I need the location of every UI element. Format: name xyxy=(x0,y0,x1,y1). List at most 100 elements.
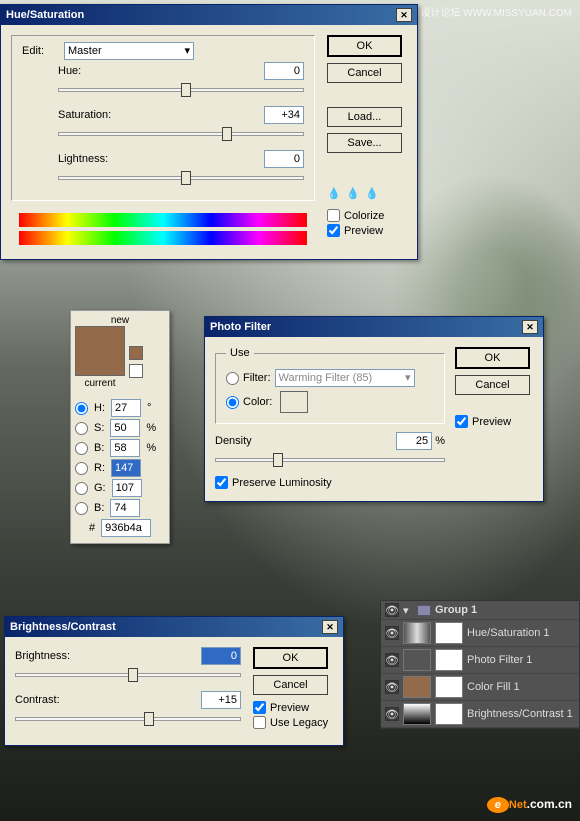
layer-row[interactable]: 👁Photo Filter 1 xyxy=(381,647,579,674)
layers-panel: 👁 ▾ Group 1 👁 Hue/Saturation 1 👁Photo Fil… xyxy=(380,600,580,729)
mask-thumb xyxy=(435,622,463,644)
ok-button[interactable]: OK xyxy=(327,35,402,57)
visibility-icon[interactable]: 👁 xyxy=(385,680,399,694)
hue-saturation-dialog: Hue/Saturation ✕ Edit: Master▾ Hue: 0 Sat… xyxy=(0,4,418,260)
hue-gradient-bottom xyxy=(19,231,307,245)
hue-label: Hue: xyxy=(58,65,81,77)
preview-checkbox[interactable]: Preview xyxy=(327,224,407,237)
b2-radio[interactable] xyxy=(75,502,88,515)
sat-slider[interactable] xyxy=(58,132,304,136)
filter-select[interactable]: Warming Filter (85)▾ xyxy=(275,369,415,387)
b2-field[interactable]: 74 xyxy=(110,499,140,517)
color-radio[interactable] xyxy=(226,396,239,409)
brightness-contrast-dialog: Brightness/Contrast ✕ Brightness: 0 Contr… xyxy=(4,616,344,746)
pf-color-swatch[interactable] xyxy=(280,391,308,413)
layer-thumb xyxy=(403,703,431,725)
edit-label: Edit: xyxy=(22,45,58,57)
preserve-checkbox[interactable]: Preserve Luminosity xyxy=(215,476,445,489)
brightness-slider[interactable] xyxy=(15,673,241,677)
eyedropper-plus-icon[interactable]: 💧 xyxy=(346,187,362,203)
preview-checkbox[interactable]: Preview xyxy=(253,701,333,714)
mask-thumb xyxy=(435,649,463,671)
enet-logo: eNet.com.cn xyxy=(487,792,572,813)
pf-title: Photo Filter xyxy=(210,321,271,333)
color-picker-panel: new current H:27° S:50% B:58% R:147 G:10… xyxy=(70,310,170,544)
folder-icon xyxy=(417,605,431,616)
preview-checkbox[interactable]: Preview xyxy=(455,415,533,428)
r-field[interactable]: 147 xyxy=(111,459,141,477)
pf-titlebar[interactable]: Photo Filter ✕ xyxy=(205,317,543,337)
load-button[interactable]: Load... xyxy=(327,107,402,127)
bc-titlebar[interactable]: Brightness/Contrast ✕ xyxy=(5,617,343,637)
sat-label: Saturation: xyxy=(58,109,111,121)
visibility-icon[interactable]: 👁 xyxy=(385,626,399,640)
sat-value[interactable]: +34 xyxy=(264,106,304,124)
hue-gradient-top xyxy=(19,213,307,227)
g-field[interactable]: 107 xyxy=(112,479,142,497)
filter-radio[interactable] xyxy=(226,372,239,385)
visibility-icon[interactable]: 👁 xyxy=(385,603,399,617)
layer-row[interactable]: 👁 Brightness/Contrast 1 xyxy=(381,701,579,728)
density-label: Density xyxy=(215,435,252,447)
close-icon[interactable]: ✕ xyxy=(396,8,412,22)
layer-thumb xyxy=(403,676,431,698)
eyedropper-minus-icon[interactable]: 💧 xyxy=(365,187,381,203)
legacy-checkbox[interactable]: Use Legacy xyxy=(253,716,333,729)
contrast-field[interactable]: +15 xyxy=(201,691,241,709)
new-label: new xyxy=(75,315,165,326)
brightness-label: Brightness: xyxy=(15,650,70,662)
close-icon[interactable]: ✕ xyxy=(322,620,338,634)
hs-titlebar[interactable]: Hue/Saturation ✕ xyxy=(1,5,417,25)
mask-thumb xyxy=(435,703,463,725)
s-radio[interactable] xyxy=(75,422,88,435)
h-field[interactable]: 27 xyxy=(111,399,141,417)
close-icon[interactable]: ✕ xyxy=(522,320,538,334)
ok-button[interactable]: OK xyxy=(455,347,530,369)
light-value[interactable]: 0 xyxy=(264,150,304,168)
contrast-slider[interactable] xyxy=(15,717,241,721)
b-field[interactable]: 58 xyxy=(110,439,140,457)
group-name: Group 1 xyxy=(435,604,477,616)
layer-thumb xyxy=(403,622,431,644)
hue-slider[interactable] xyxy=(58,88,304,92)
layer-group-row[interactable]: 👁 ▾ Group 1 xyxy=(381,601,579,620)
visibility-icon[interactable]: 👁 xyxy=(385,707,399,721)
cube-icon[interactable] xyxy=(129,346,143,360)
colorize-checkbox[interactable]: Colorize xyxy=(327,209,407,222)
density-slider[interactable] xyxy=(215,458,445,462)
eyedropper-icon[interactable]: 💧 xyxy=(327,187,343,203)
save-button[interactable]: Save... xyxy=(327,133,402,153)
cancel-button[interactable]: Cancel xyxy=(455,375,530,395)
mask-thumb xyxy=(435,676,463,698)
r-radio[interactable] xyxy=(75,462,88,475)
cancel-button[interactable]: Cancel xyxy=(327,63,402,83)
current-label: current xyxy=(75,378,125,389)
cancel-button[interactable]: Cancel xyxy=(253,675,328,695)
s-field[interactable]: 50 xyxy=(110,419,140,437)
light-label: Lightness: xyxy=(58,153,108,165)
layer-thumb xyxy=(403,649,431,671)
layer-name: Hue/Saturation 1 xyxy=(467,627,550,639)
photo-filter-dialog: Photo Filter ✕ Use Filter: Warming Filte… xyxy=(204,316,544,502)
edit-select[interactable]: Master▾ xyxy=(64,42,194,60)
layer-row[interactable]: 👁 Hue/Saturation 1 xyxy=(381,620,579,647)
hue-value[interactable]: 0 xyxy=(264,62,304,80)
color-swatch-new[interactable] xyxy=(75,326,125,376)
g-radio[interactable] xyxy=(75,482,88,495)
hex-field[interactable]: 936b4a xyxy=(101,519,151,537)
visibility-icon[interactable]: 👁 xyxy=(385,653,399,667)
layer-row[interactable]: 👁 Color Fill 1 xyxy=(381,674,579,701)
light-slider[interactable] xyxy=(58,176,304,180)
brightness-field[interactable]: 0 xyxy=(201,647,241,665)
layer-name: Color Fill 1 xyxy=(467,681,520,693)
bc-title: Brightness/Contrast xyxy=(10,621,116,633)
ok-button[interactable]: OK xyxy=(253,647,328,669)
web-safe-icon[interactable] xyxy=(129,364,143,378)
h-radio[interactable] xyxy=(75,402,88,415)
layer-name: Brightness/Contrast 1 xyxy=(467,708,573,720)
watermark-text: 思缘设计论坛 WWW.MISSYUAN.COM xyxy=(400,4,572,19)
density-field[interactable]: 25 xyxy=(396,432,432,450)
b-radio[interactable] xyxy=(75,442,88,455)
use-legend: Use xyxy=(226,347,254,359)
contrast-label: Contrast: xyxy=(15,694,60,706)
